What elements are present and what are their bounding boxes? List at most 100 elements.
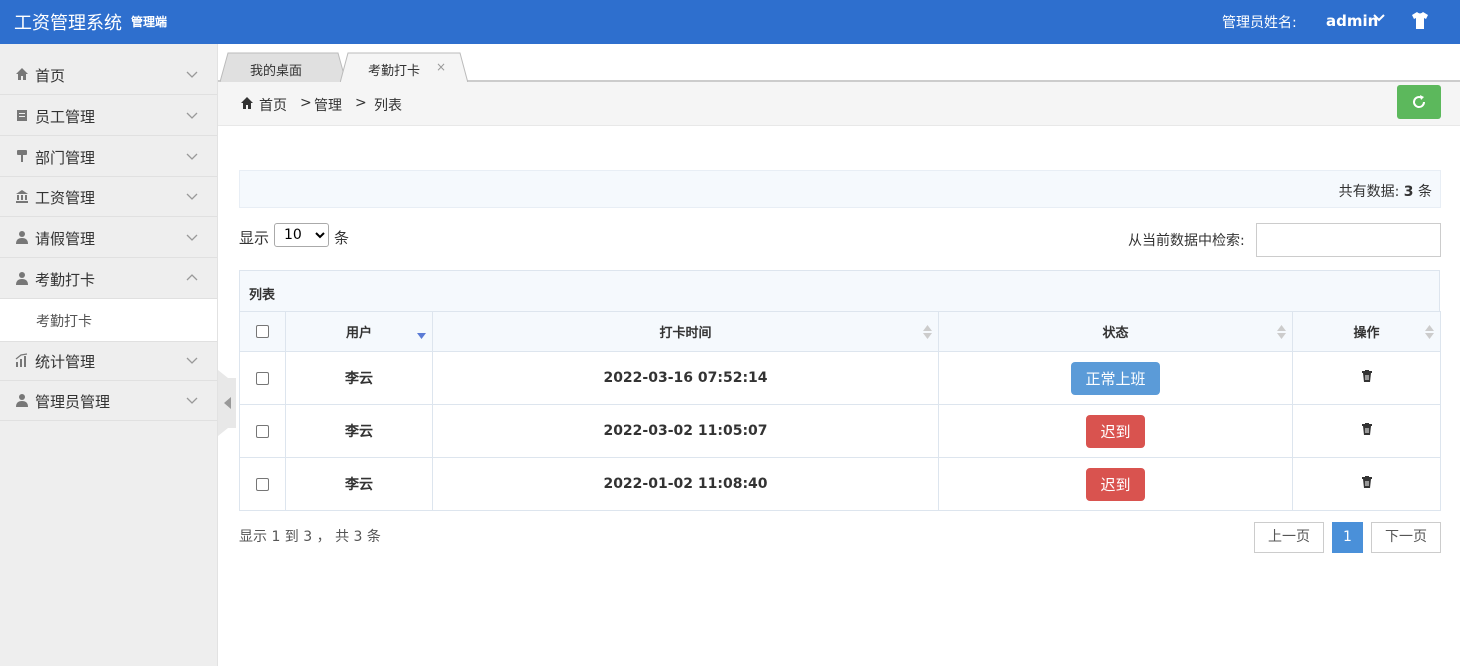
cell-status: 正常上班 xyxy=(938,351,1293,405)
top-header: 工资管理系统 管理端 管理员姓名: admin xyxy=(0,0,1460,44)
cell-user: 李云 xyxy=(285,404,433,458)
row-checkbox[interactable] xyxy=(256,371,269,385)
admin-menu[interactable]: admin xyxy=(1326,12,1378,30)
sidebar-item-label: 考勤打卡 xyxy=(35,271,96,289)
app-subtitle: 管理端 xyxy=(131,15,168,29)
search-input[interactable] xyxy=(1256,223,1441,257)
cell-actions xyxy=(1292,457,1441,511)
sidebar-subitem-label: 考勤打卡 xyxy=(36,314,92,330)
clipboard-icon xyxy=(15,108,29,122)
trash-icon[interactable] xyxy=(1361,370,1372,382)
column-header-time[interactable]: 打卡时间 xyxy=(432,311,939,352)
select-all-checkbox[interactable] xyxy=(256,325,269,338)
sidebar-item-departments[interactable]: 部门管理 xyxy=(0,136,217,177)
sort-icon xyxy=(923,325,932,339)
sidebar-collapse-handle[interactable] xyxy=(218,370,236,436)
chevron-up-icon xyxy=(186,272,198,284)
sidebar-item-salary[interactable]: 工资管理 xyxy=(0,176,217,217)
table-info: 显示 1 到 3 ， 共 3 条 xyxy=(239,529,381,545)
breadcrumb-manage[interactable]: 管理 xyxy=(314,95,342,115)
row-checkbox[interactable] xyxy=(256,477,269,491)
prev-page-button[interactable]: 上一页 xyxy=(1254,522,1324,553)
tab-label: 我的桌面 xyxy=(250,64,303,79)
shirt-icon[interactable] xyxy=(1409,10,1431,32)
summary-text: 共有数据: 3 条 xyxy=(1338,184,1432,200)
sidebar: 首页 员工管理 部门管理 工资管理 请假管理 考勤打卡 考勤打卡 统计管理 管理… xyxy=(0,44,218,666)
status-button[interactable]: 正常上班 xyxy=(1071,361,1160,395)
refresh-icon xyxy=(1413,95,1426,108)
page-size-label: 显示 xyxy=(239,229,270,247)
select-all-cell xyxy=(239,311,286,352)
sidebar-subitem-attendance[interactable]: 考勤打卡 xyxy=(0,299,217,342)
sidebar-item-label: 管理员管理 xyxy=(35,393,111,411)
status-button[interactable]: 迟到 xyxy=(1086,414,1145,448)
column-header-status[interactable]: 状态 xyxy=(938,311,1293,352)
chevron-down-icon xyxy=(186,354,198,366)
tab-attendance[interactable]: 考勤打卡 × xyxy=(340,52,468,83)
breadcrumb-home[interactable]: 首页 xyxy=(259,95,287,115)
admin-label: 管理员姓名: xyxy=(1222,15,1297,31)
trash-icon[interactable] xyxy=(1361,423,1372,435)
chevron-down-icon xyxy=(186,190,198,202)
cell-time: 2022-03-16 07:52:14 xyxy=(432,351,939,405)
column-header-actions[interactable]: 操作 xyxy=(1292,311,1441,352)
cell-actions xyxy=(1292,404,1441,458)
refresh-button[interactable] xyxy=(1397,85,1441,119)
sidebar-item-home[interactable]: 首页 xyxy=(0,54,217,95)
sidebar-item-label: 首页 xyxy=(35,67,66,85)
chevron-down-icon[interactable] xyxy=(1372,10,1386,28)
status-button[interactable]: 迟到 xyxy=(1086,467,1145,501)
tab-desktop[interactable]: 我的桌面 xyxy=(220,52,346,82)
cell-time: 2022-01-02 11:08:40 xyxy=(432,457,939,511)
row-select-cell xyxy=(239,351,286,405)
sidebar-item-label: 员工管理 xyxy=(35,108,96,126)
cell-user: 李云 xyxy=(285,457,433,511)
table-row: 李云 2022-03-16 07:52:14 正常上班 xyxy=(239,351,1441,405)
sidebar-item-label: 部门管理 xyxy=(35,149,96,167)
user-icon xyxy=(15,230,29,244)
total-count: 3 xyxy=(1403,184,1414,200)
chart-icon xyxy=(15,353,29,367)
chevron-down-icon xyxy=(186,150,198,162)
attendance-table: 用户 打卡时间 状态 操作 李云 2022-03-16 07:52:14 正常上… xyxy=(239,311,1441,511)
page-size-unit: 条 xyxy=(334,229,350,247)
breadcrumb: 首页 > 管理 > 列表 xyxy=(218,82,1460,126)
sidebar-item-leave[interactable]: 请假管理 xyxy=(0,217,217,258)
chevron-down-icon xyxy=(186,109,198,121)
table-row: 李云 2022-01-02 11:08:40 迟到 xyxy=(239,457,1441,511)
user-icon xyxy=(15,271,29,285)
chevron-down-icon xyxy=(186,231,198,243)
next-page-button[interactable]: 下一页 xyxy=(1371,522,1441,553)
page-1-button[interactable]: 1 xyxy=(1332,522,1363,553)
data-summary: 共有数据: 3 条 xyxy=(239,170,1441,208)
sidebar-item-statistics[interactable]: 统计管理 xyxy=(0,340,217,381)
home-icon xyxy=(15,67,29,81)
row-checkbox[interactable] xyxy=(256,424,269,438)
bank-icon xyxy=(15,189,29,203)
row-select-cell xyxy=(239,404,286,458)
breadcrumb-separator: > xyxy=(355,95,367,111)
home-icon xyxy=(240,96,254,110)
tab-bar: 我的桌面 考勤打卡 × xyxy=(218,44,1460,83)
cell-status: 迟到 xyxy=(938,404,1293,458)
sidebar-item-employees[interactable]: 员工管理 xyxy=(0,95,217,136)
sidebar-item-attendance[interactable]: 考勤打卡 xyxy=(0,258,217,299)
close-icon[interactable]: × xyxy=(436,60,446,74)
trash-icon[interactable] xyxy=(1361,476,1372,488)
chevron-down-icon xyxy=(186,68,198,80)
user-icon xyxy=(15,393,29,407)
sort-icon xyxy=(1425,325,1434,339)
cell-user: 李云 xyxy=(285,351,433,405)
panel-header: 列表 xyxy=(239,270,1440,312)
cell-time: 2022-03-02 11:05:07 xyxy=(432,404,939,458)
column-header-user[interactable]: 用户 xyxy=(285,311,433,352)
sort-desc-icon xyxy=(417,333,426,339)
app-title: 工资管理系统 xyxy=(14,13,122,34)
page-size-select[interactable]: 10 xyxy=(274,223,329,247)
tab-label: 考勤打卡 xyxy=(368,64,421,79)
search-label: 从当前数据中检索: xyxy=(1128,233,1245,249)
sidebar-item-label: 请假管理 xyxy=(35,230,96,248)
key-icon xyxy=(15,149,29,163)
breadcrumb-list: 列表 xyxy=(374,98,402,114)
sidebar-item-admins[interactable]: 管理员管理 xyxy=(0,380,217,421)
